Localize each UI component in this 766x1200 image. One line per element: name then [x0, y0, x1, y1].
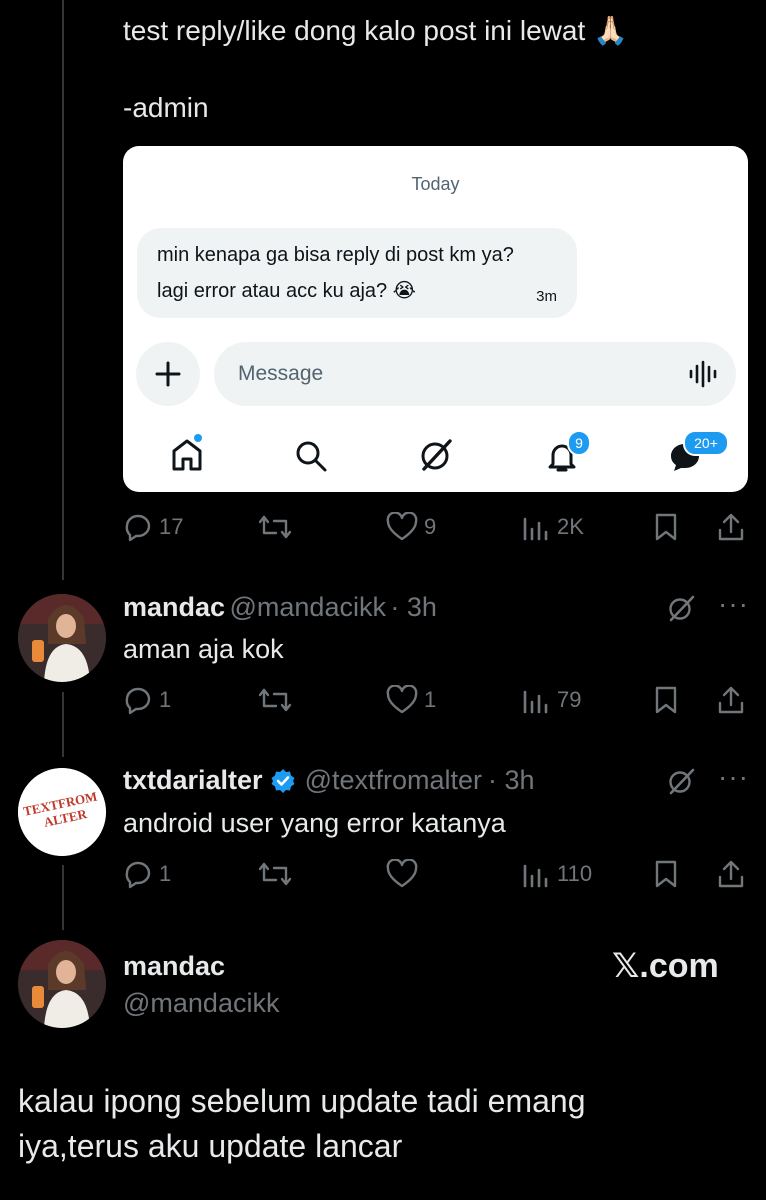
dm-message-line2: lagi error atau acc ku aja? 😭	[157, 280, 417, 302]
dm-message-time: 3m	[536, 288, 557, 305]
avatar[interactable]: TEXTFROM ALTER	[18, 768, 106, 856]
like-button[interactable]: 9	[386, 507, 436, 547]
bookmark-icon	[655, 513, 677, 541]
views-count: 2K	[557, 514, 584, 539]
x-com-watermark: 𝕏.com	[612, 947, 719, 985]
views-button[interactable]: 110	[521, 854, 592, 894]
dm-add-button[interactable]	[136, 342, 200, 406]
thread-line-top	[62, 0, 64, 580]
user-handle[interactable]: @mandacikk	[230, 592, 386, 622]
search-icon[interactable]	[294, 439, 328, 473]
post-action-bar: 17 9 2K	[0, 507, 766, 547]
like-button[interactable]	[386, 854, 418, 894]
repost-icon	[258, 862, 292, 886]
reply-2-action-bar: 1 110	[0, 854, 766, 894]
notifications-count-badge: 9	[567, 430, 591, 456]
display-name[interactable]: mandac	[123, 951, 225, 982]
post-time[interactable]: · 3h	[390, 592, 437, 622]
reply-count: 1	[159, 687, 172, 712]
repost-button[interactable]	[258, 854, 292, 894]
footer-post-text-line1: kalau ipong sebelum update tadi emang	[18, 1083, 586, 1119]
reply-button[interactable]: 1	[123, 854, 171, 894]
reply-button[interactable]: 17	[123, 507, 183, 547]
like-button[interactable]: 1	[386, 680, 436, 720]
heart-icon	[386, 685, 418, 714]
more-options-icon[interactable]: ···	[718, 761, 749, 793]
post-text-line1: test reply/like dong kalo post ini lewat…	[123, 15, 628, 46]
display-name[interactable]: txtdarialter	[123, 765, 263, 796]
post-text-line2: -admin	[123, 92, 209, 123]
reply-1-action-bar: 1 1 79	[0, 680, 766, 720]
date-label: Today	[411, 174, 460, 194]
reply-icon	[125, 687, 151, 715]
reply-icon	[125, 861, 151, 889]
reply-count: 1	[159, 861, 172, 886]
views-bar-chart-icon	[523, 864, 548, 888]
heart-icon	[386, 859, 418, 888]
like-count: 9	[424, 514, 437, 539]
views-bar-chart-icon	[523, 517, 548, 541]
repost-button[interactable]	[258, 507, 292, 547]
verified-badge-icon	[271, 768, 295, 793]
user-handle[interactable]: @mandacikk	[123, 988, 279, 1019]
share-button[interactable]	[716, 507, 746, 547]
home-icon[interactable]	[170, 434, 204, 474]
more-options-icon[interactable]: ···	[718, 588, 749, 620]
reply-count: 17	[159, 514, 184, 539]
repost-icon	[258, 688, 292, 712]
views-count: 79	[557, 687, 582, 712]
bookmark-icon	[655, 860, 677, 888]
display-name[interactable]: mandac	[123, 592, 225, 622]
reply-icon	[125, 514, 151, 542]
dm-message-bubble: min kenapa ga bisa reply di post km ya? …	[137, 228, 577, 318]
reply-text: aman aja kok	[123, 634, 284, 664]
reply-1-header: mandac @mandacikk · 3h	[123, 592, 437, 623]
heart-icon	[386, 512, 418, 541]
share-button[interactable]	[716, 854, 746, 894]
views-count: 110	[557, 861, 593, 886]
dm-message-placeholder: Message	[238, 362, 324, 385]
grok-icon[interactable]	[666, 593, 696, 623]
reply-button[interactable]: 1	[123, 680, 171, 720]
share-icon	[718, 513, 744, 541]
dm-message-line1: min kenapa ga bisa reply di post km ya?	[157, 244, 514, 266]
grok-icon[interactable]	[666, 766, 696, 796]
share-icon	[718, 860, 744, 888]
views-bar-chart-icon	[523, 690, 548, 714]
reply-2-header: txtdarialter @textfromalter · 3h	[123, 765, 535, 796]
views-button[interactable]: 79	[521, 680, 581, 720]
messages-count-badge: 20+	[683, 430, 729, 456]
repost-icon	[258, 515, 292, 539]
avatar[interactable]	[18, 940, 106, 1028]
bookmark-button[interactable]	[652, 680, 680, 720]
bookmark-button[interactable]	[652, 507, 680, 547]
share-button[interactable]	[716, 680, 746, 720]
user-handle[interactable]: @textfromalter	[305, 765, 482, 796]
bookmark-button[interactable]	[652, 854, 680, 894]
avatar[interactable]	[18, 594, 106, 682]
reply-text: android user yang error katanya	[123, 808, 506, 838]
like-count: 1	[424, 687, 437, 712]
views-button[interactable]: 2K	[521, 507, 584, 547]
plus-icon	[155, 361, 181, 387]
dm-message-input[interactable]: Message	[214, 342, 736, 406]
voice-waveform-icon[interactable]	[688, 359, 718, 389]
footer-post-text-line2: iya,terus aku update lancar	[18, 1128, 403, 1164]
bookmark-icon	[655, 686, 677, 714]
post-time[interactable]: · 3h	[488, 765, 535, 796]
repost-button[interactable]	[258, 680, 292, 720]
share-icon	[718, 686, 744, 714]
grok-icon[interactable]	[418, 437, 454, 473]
